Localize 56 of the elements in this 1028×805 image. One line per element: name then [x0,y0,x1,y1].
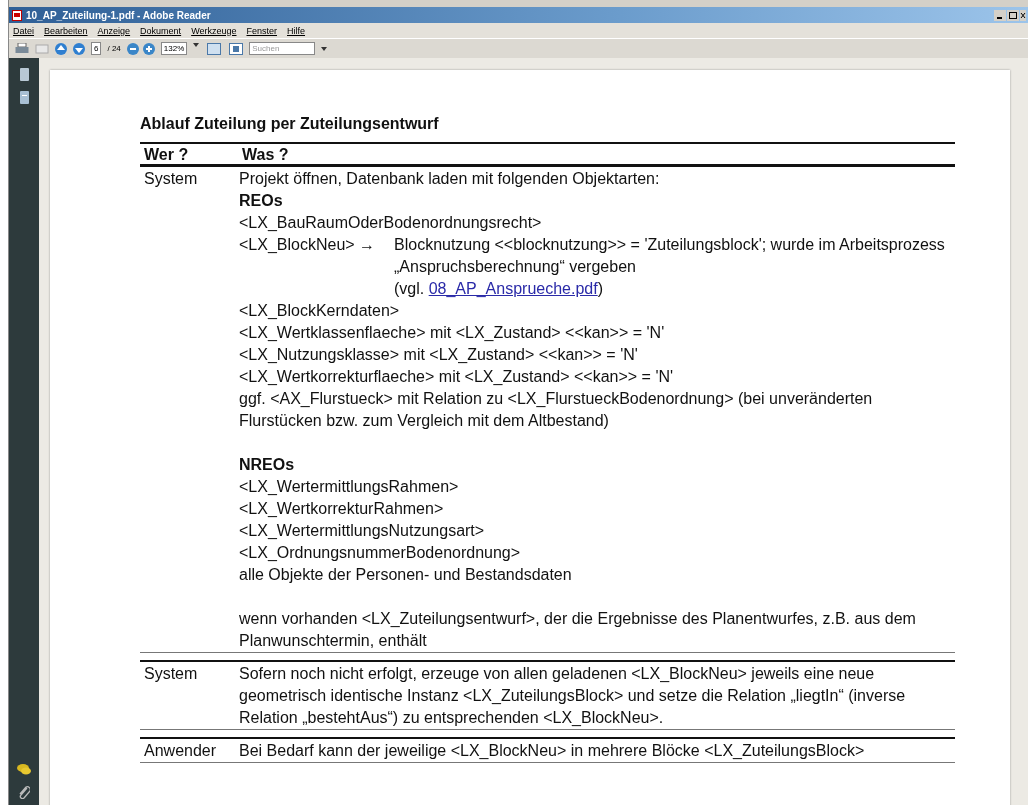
text-line: <LX_Nutzungsklasse> mit <LX_Zustand> <<kan>> = 'N' [239,345,638,365]
window-title: 10_AP_Zuteilung-1.pdf - Adobe Reader [26,9,211,21]
menu-item[interactable]: Hilfe [287,25,305,36]
fit-page-icon[interactable] [229,42,244,55]
column-header: Was ? [241,145,290,164]
text-line: <LX_WertermittlungsNutzungsart> [239,521,485,541]
print-icon[interactable] [15,42,29,55]
dropdown-arrow-icon[interactable] [193,42,200,47]
section-heading: NREOs [239,455,295,475]
role-cell-text: Anwender [143,741,218,761]
text-line: <LX_OrdnungsnummerBodenordnung> [239,543,521,563]
text-line: alle Objekte der Personen- und Bestandsdaten [239,565,572,585]
role-cell-text: System [143,169,199,189]
menu-item[interactable]: Anzeige [97,25,131,36]
pages-icon[interactable] [19,68,29,81]
section-heading: REOs [239,191,283,211]
text-line: wenn vorhanden <LX_Zuteilungsentwurf>, der die Ergebnisse des Planentwurfes, z.B. aus dem Planwunschtermin, enthält [239,609,917,651]
arrow-down-icon[interactable] [73,42,85,55]
maximize-icon[interactable] [1007,9,1019,21]
document-icon[interactable] [19,91,29,104]
paperclip-icon[interactable] [18,785,30,799]
menu-item[interactable]: Dokument [140,25,182,36]
text-line: <LX_BauRaumOderBodenordnungsrecht> [239,213,542,233]
menu-item[interactable]: Datei [13,25,34,36]
menu-item[interactable]: Werkzeuge [191,25,237,36]
search-field[interactable]: Suchen [249,42,316,55]
text-line: <LX_BlockKerndaten> [239,301,400,321]
column-header: Wer ? [143,145,190,164]
text-line: Blocknutzung <<blocknutzung>> = 'Zuteilungsblock'; wurde im Arbeitsprozess „Anspruchsberechnung“ vergeben [394,235,946,277]
page-count: / 24 [107,44,121,53]
text-line: <LX_WertkorrekturRahmen> [239,499,444,519]
pdf-file-icon [12,9,22,21]
zoom-out-icon[interactable] [126,42,139,55]
menu-item[interactable]: Fenster [246,25,277,36]
dropdown-arrow-icon[interactable] [321,47,328,51]
fit-width-icon[interactable] [207,42,222,55]
minimize-icon[interactable] [994,9,1006,21]
reference-text: (vgl. 08_AP_Ansprueche.pdf) [394,279,603,299]
text-line: Bei Bedarf kann der jeweilige <LX_BlockNeu> in mehrere Blöcke <LX_ZuteilungsBlock> [239,741,865,761]
menu-item[interactable]: Bearbeiten [44,25,88,36]
role-cell-text: System [143,664,199,684]
text-line: <LX_Wertkorrekturflaeche> mit <LX_Zustand> <<kan>> = 'N' [239,367,674,387]
close-icon[interactable] [1020,9,1026,21]
text-line: <LX_WertermittlungsRahmen> [239,477,459,497]
pdf-link[interactable]: 08_AP_Ansprueche.pdf [428,280,598,297]
text-line: <LX_BlockNeu> → [239,235,377,255]
text-line: Projekt öffnen, Datenbank laden mit folgenden Objektarten: [239,169,660,189]
page-number-field[interactable]: 6 [91,42,102,55]
text-line: ggf. <AX_Flurstueck> mit Relation zu <LX_FlurstueckBodenordnung> (bei unveränderten Flurstücken bzw. zum Vergleich mit dem Altbestand) [239,389,874,431]
zoom-field[interactable]: 132% [160,42,188,55]
comments-icon[interactable] [17,764,31,775]
document-heading: Ablauf Zuteilung per Zuteilungsentwurf [140,115,439,133]
text-line: Sofern noch nicht erfolgt, erzeuge von allen geladenen <LX_BlockNeu> jeweils eine neue geometrisch identische Instanz <LX_ZuteilungsBlock> und setze die Relation „liegtIn“ (inverse Relation „bestehtAus“) zu entsprechenden <LX_BlockNeu>. [239,664,907,728]
text-line: <LX_Wertklassenflaeche> mit <LX_Zustand> <<kan>> = 'N' [239,323,665,343]
zoom-in-icon[interactable] [142,42,155,55]
arrow-up-icon[interactable] [55,42,67,55]
